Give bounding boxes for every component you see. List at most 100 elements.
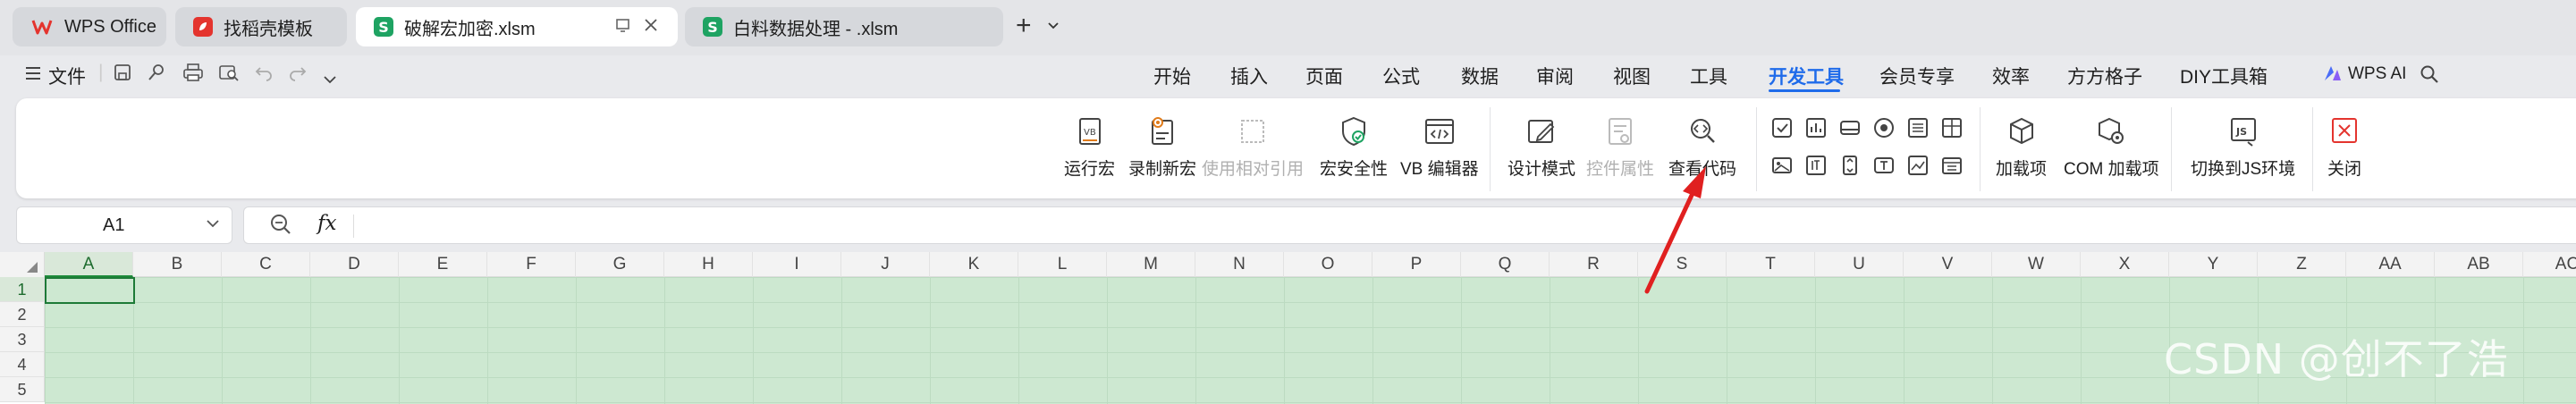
vb-editor-button[interactable]: VB 编辑器 <box>1400 114 1479 180</box>
column-header-b[interactable]: B <box>133 252 222 277</box>
relative-reference-button[interactable]: 使用相对引用 <box>1202 114 1304 180</box>
new-tab-plus-icon[interactable]: + <box>1016 11 1032 41</box>
row-header-5[interactable]: 5 <box>0 377 45 402</box>
select-all-corner[interactable] <box>0 252 45 277</box>
menu-home[interactable]: 开始 <box>1153 63 1191 89</box>
macro-security-button[interactable]: 宏安全性 <box>1320 114 1388 180</box>
row-header-4[interactable]: 4 <box>0 352 45 377</box>
chevron-down-icon[interactable] <box>1048 18 1059 32</box>
com-addins-button[interactable]: COM 加载项 <box>2064 114 2159 180</box>
column-header-d[interactable]: D <box>310 252 399 277</box>
column-header-a[interactable]: A <box>45 252 133 277</box>
column-header-aa[interactable]: AA <box>2346 252 2435 277</box>
menu-review[interactable]: 审阅 <box>1536 63 1574 89</box>
column-header-j[interactable]: J <box>841 252 930 277</box>
column-header-f[interactable]: F <box>487 252 576 277</box>
column-header-k[interactable]: K <box>930 252 1018 277</box>
column-header-u[interactable]: U <box>1815 252 1904 277</box>
close-developer-button[interactable]: 关闭 <box>2327 114 2362 180</box>
column-header-e[interactable]: E <box>399 252 487 277</box>
table-control-icon[interactable] <box>1940 116 1964 139</box>
control-properties-button[interactable]: 控件属性 <box>1586 114 1654 180</box>
image-control-icon[interactable] <box>1770 154 1794 177</box>
column-header-r[interactable]: R <box>1550 252 1638 277</box>
design-mode-button[interactable]: 设计模式 <box>1508 114 1575 180</box>
fx-label[interactable]: fx <box>317 212 336 235</box>
zoom-magnifier-icon[interactable] <box>269 213 292 240</box>
column-header-g[interactable]: G <box>576 252 664 277</box>
column-header-q[interactable]: Q <box>1461 252 1550 277</box>
column-header-h[interactable]: H <box>664 252 753 277</box>
switch-js-button[interactable]: JS 切换到JS环境 <box>2191 114 2295 180</box>
column-header-o[interactable]: O <box>1284 252 1372 277</box>
row-header-3[interactable]: 3 <box>0 327 45 352</box>
column-header-p[interactable]: P <box>1372 252 1461 277</box>
column-header-ab[interactable]: AB <box>2435 252 2523 277</box>
column-header-w[interactable]: W <box>1992 252 2081 277</box>
name-box-value: A1 <box>103 215 125 235</box>
wps-ai-button[interactable]: WPS AI <box>2348 64 2406 84</box>
row-header-1[interactable]: 1 <box>0 277 45 302</box>
redo-icon[interactable] <box>288 63 308 88</box>
hamburger-menu-icon[interactable] <box>25 64 41 86</box>
column-header-n[interactable]: N <box>1195 252 1284 277</box>
window-restore-icon[interactable] <box>615 17 631 38</box>
record-macro-button[interactable]: 录制新宏 <box>1128 114 1196 180</box>
column-header-c[interactable]: C <box>222 252 310 277</box>
close-tab-icon[interactable] <box>644 17 658 38</box>
listbox-control-icon[interactable] <box>1906 116 1930 139</box>
file-menu[interactable]: 文件 <box>48 63 86 89</box>
menu-insert[interactable]: 插入 <box>1230 63 1268 89</box>
spin-control-icon[interactable] <box>1838 154 1862 177</box>
chevron-down-icon[interactable] <box>324 68 336 89</box>
tab-wps-office[interactable]: WPS Office <box>13 7 166 46</box>
chart-control-icon[interactable] <box>1804 116 1828 139</box>
save-icon[interactable] <box>113 63 132 88</box>
column-header-s[interactable]: S <box>1638 252 1727 277</box>
frame-control-icon[interactable] <box>1940 154 1964 177</box>
column-header-i[interactable]: I <box>753 252 841 277</box>
textbox-control-icon[interactable] <box>1804 154 1828 177</box>
menu-data[interactable]: 数据 <box>1461 63 1499 89</box>
radio-control-icon[interactable] <box>1872 116 1896 139</box>
export-icon[interactable] <box>147 63 166 88</box>
undo-icon[interactable] <box>254 63 274 88</box>
column-header-t[interactable]: T <box>1727 252 1815 277</box>
column-header-l[interactable]: L <box>1018 252 1107 277</box>
print-preview-icon[interactable] <box>218 63 240 88</box>
addins-button[interactable]: 加载项 <box>1996 114 2047 180</box>
menu-member[interactable]: 会员专享 <box>1879 63 1955 89</box>
name-box[interactable]: A1 <box>16 206 232 244</box>
menu-efficiency[interactable]: 效率 <box>1992 63 2030 89</box>
label-control-icon[interactable] <box>1872 154 1896 177</box>
column-header-v[interactable]: V <box>1904 252 1992 277</box>
active-cell-a1[interactable] <box>45 277 135 304</box>
row-header-2[interactable]: 2 <box>0 302 45 327</box>
tab-docer-templates[interactable]: 找稻壳模板 <box>175 7 347 46</box>
print-icon[interactable] <box>182 63 204 88</box>
code-window-icon <box>1422 114 1457 148</box>
tab-workbook-2[interactable]: S 白料数据处理 - .xlsm <box>685 7 1003 46</box>
column-header-z[interactable]: Z <box>2258 252 2346 277</box>
button-control-icon[interactable] <box>1838 116 1862 139</box>
view-code-button[interactable]: 查看代码 <box>1668 114 1736 180</box>
close-box-icon <box>2327 114 2362 148</box>
menu-ffcell[interactable]: 方方格子 <box>2067 63 2142 89</box>
menu-formula[interactable]: 公式 <box>1382 63 1420 89</box>
menu-tools[interactable]: 工具 <box>1690 63 1727 89</box>
formula-input[interactable]: fx <box>243 206 2576 244</box>
column-header-m[interactable]: M <box>1107 252 1195 277</box>
chevron-down-icon[interactable] <box>207 216 219 232</box>
column-header-ac[interactable]: AC <box>2523 252 2576 277</box>
column-header-x[interactable]: X <box>2081 252 2169 277</box>
menu-developer[interactable]: 开发工具 <box>1769 63 1844 89</box>
checkbox-control-icon[interactable] <box>1770 116 1794 139</box>
menu-page[interactable]: 页面 <box>1305 63 1343 89</box>
column-header-y[interactable]: Y <box>2169 252 2258 277</box>
run-macro-button[interactable]: VB 运行宏 <box>1064 114 1115 180</box>
menu-diy-toolbox[interactable]: DIY工具箱 <box>2180 63 2268 89</box>
image-insert-control-icon[interactable] <box>1906 154 1930 177</box>
menu-view[interactable]: 视图 <box>1613 63 1651 89</box>
search-icon[interactable] <box>2420 64 2439 89</box>
tab-active-workbook[interactable]: S 破解宏加密.xlsm <box>356 7 678 46</box>
